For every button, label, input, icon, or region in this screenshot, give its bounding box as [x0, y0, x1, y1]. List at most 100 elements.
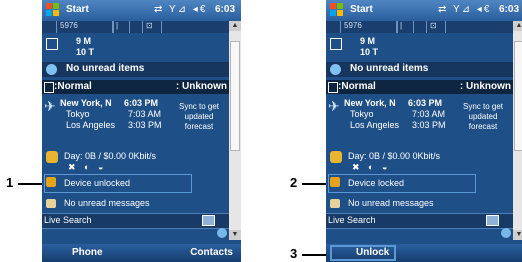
messaging-icon: [46, 64, 57, 75]
calendar-strip: 5976 | ⊡: [326, 21, 513, 33]
title-bar: Start ⇄ Y⊿ ◂€ 6:03: [326, 0, 522, 21]
calendar-cell: 5976: [340, 21, 398, 33]
start-menu-label[interactable]: Start: [66, 4, 89, 15]
connection-row[interactable]: Day: 0B / $0.00 0Kbit/s ✖ ◐ ◒: [326, 150, 513, 172]
live-search-row[interactable]: Live Search: [42, 213, 229, 229]
unread-items-label: No unread items: [350, 63, 429, 74]
scroll-thumb[interactable]: [514, 41, 522, 151]
windows-start-icon[interactable]: [46, 3, 60, 17]
profile-row[interactable]: :Normal : Unknown: [42, 80, 229, 94]
sync-note: Sync to get updated forecast: [462, 102, 504, 131]
softkey-left[interactable]: Phone: [72, 247, 103, 258]
phone-profile-icon: [44, 82, 54, 93]
unread-items-label: No unread items: [66, 63, 145, 74]
connection-row[interactable]: Day: 0B / $0.00 0Kbit/s ✖ ◐ ◒: [42, 150, 229, 172]
softkey-right[interactable]: Contacts: [190, 247, 233, 258]
windows-mobile-logo-icon: [217, 228, 227, 238]
status-icons[interactable]: ⇄ Y⊿ ◂€: [438, 4, 491, 15]
world-clock-city: Los Angeles: [350, 120, 400, 130]
softkey-bar: Phone Contacts: [42, 244, 241, 262]
connection-small-icons: ✖ ◐ ◒: [68, 162, 107, 172]
unlocked-padlock-icon: [46, 177, 56, 187]
world-clock-city: New York, N: [344, 98, 396, 108]
callout-3: 3: [290, 246, 298, 261]
windows-mobile-logo-icon: [501, 228, 511, 238]
windows-start-icon[interactable]: [330, 3, 344, 17]
scroll-down-arrow[interactable]: ▼: [229, 230, 241, 240]
calendar-cell: ⊡: [426, 21, 446, 33]
world-clock-time: 3:03 PM: [412, 120, 446, 130]
search-go-button[interactable]: [202, 215, 215, 226]
unread-items-row[interactable]: No unread items: [42, 62, 229, 77]
weather-line-1: 9 M: [360, 36, 376, 46]
unread-items-row[interactable]: No unread items: [326, 62, 513, 77]
scroll-thumb[interactable]: [230, 41, 240, 151]
scroll-up-arrow[interactable]: ▲: [513, 21, 522, 31]
start-menu-label[interactable]: Start: [350, 4, 373, 15]
scroll-down-arrow[interactable]: ▼: [513, 230, 522, 240]
device-lock-status: Device unlocked: [64, 178, 131, 188]
weather-line-1: 9 M: [76, 36, 92, 46]
world-clock-time: 7:03 AM: [412, 109, 446, 119]
world-clock-time: 6:03 PM: [408, 98, 443, 108]
connection-icon: [330, 151, 342, 163]
live-search-label: Live Search: [328, 215, 376, 225]
airplane-icon: ✈: [328, 98, 340, 114]
device-lock-row[interactable]: Device unlocked: [42, 174, 229, 193]
appointment-icon: [330, 38, 342, 50]
clock[interactable]: 6:03: [215, 4, 235, 15]
appointment-icon: [46, 38, 58, 50]
connection-stats: Day: 0B / $0.00 0Kbit/s: [348, 151, 441, 161]
bluetooth-status: : Unknown: [459, 81, 511, 92]
title-bar: Start ⇄ Y⊿ ◂€ 6:03: [42, 0, 241, 21]
calendar-cell: |: [112, 21, 130, 33]
connection-icon: [46, 151, 58, 163]
callout-1: 1: [6, 175, 14, 190]
messages-row[interactable]: No unread messages: [42, 196, 229, 211]
weather-box[interactable]: 9 M 10 T: [42, 33, 229, 59]
callout-3-line: [302, 254, 326, 256]
weather-box[interactable]: 9 M 10 T: [326, 33, 513, 59]
connection-small-icons: ✖ ◐ ◒: [352, 162, 391, 172]
world-clock[interactable]: ✈ New York, N 6:03 PM Tokyo 7:03 AM Los …: [42, 96, 229, 146]
status-icons[interactable]: ⇄ Y⊿ ◂€: [154, 4, 207, 15]
calendar-cell: 5976: [56, 21, 114, 33]
world-clock-time: 7:03 AM: [128, 109, 162, 119]
locked-padlock-icon: [330, 177, 340, 187]
callout-2-line: [302, 183, 326, 185]
messages-label: No unread messages: [64, 198, 150, 208]
live-search-label: Live Search: [44, 215, 92, 225]
sync-note: Sync to get updated forecast: [178, 102, 220, 131]
bluetooth-status: : Unknown: [175, 81, 227, 92]
messages-row[interactable]: No unread messages: [326, 196, 513, 211]
calendar-strip: 5976 | ⊡: [42, 21, 229, 33]
world-clock-city: Tokyo: [350, 109, 374, 119]
envelope-icon: [330, 199, 340, 208]
profile-label: :Normal: [54, 81, 92, 92]
live-search-row[interactable]: Live Search: [326, 213, 513, 229]
scrollbar[interactable]: ▲ ▼: [513, 21, 522, 240]
phone-profile-icon: [328, 82, 338, 93]
calendar-cell: |: [396, 21, 414, 33]
device-lock-row[interactable]: Device locked: [326, 174, 513, 193]
envelope-icon: [46, 199, 56, 208]
world-clock-time: 6:03 PM: [124, 98, 159, 108]
today-screen-locked: Start ⇄ Y⊿ ◂€ 6:03 5976 | ⊡ ▲ ▼ 9 M 10 T…: [326, 0, 522, 262]
clock[interactable]: 6:03: [499, 4, 519, 15]
callout-2: 2: [290, 175, 298, 190]
today-screen-unlocked: Start ⇄ Y⊿ ◂€ 6:03 5976 | ⊡ ▲ ▼ 9 M 10 T…: [42, 0, 241, 262]
profile-row[interactable]: :Normal : Unknown: [326, 80, 513, 94]
world-clock-city: Tokyo: [66, 109, 90, 119]
scroll-up-arrow[interactable]: ▲: [229, 21, 241, 31]
scrollbar[interactable]: ▲ ▼: [229, 21, 241, 240]
profile-label: :Normal: [338, 81, 376, 92]
messaging-icon: [330, 64, 341, 75]
world-clock[interactable]: ✈ New York, N 6:03 PM Tokyo 7:03 AM Los …: [326, 96, 513, 146]
device-lock-status: Device locked: [348, 178, 405, 188]
weather-line-2: 10 T: [76, 47, 95, 57]
world-clock-city: Los Angeles: [66, 120, 116, 130]
weather-line-2: 10 T: [360, 47, 379, 57]
search-go-button[interactable]: [486, 215, 499, 226]
airplane-icon: ✈: [44, 98, 56, 114]
world-clock-city: New York, N: [60, 98, 112, 108]
